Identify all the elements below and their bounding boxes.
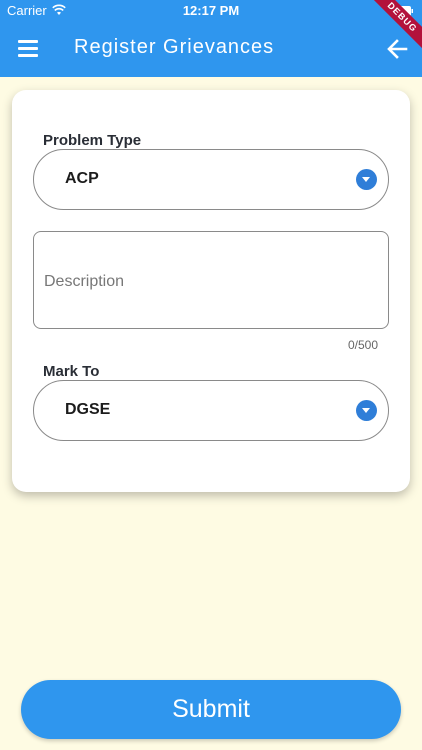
dropdown-arrow-icon[interactable] (356, 169, 377, 190)
grievance-form-card: Problem Type ACP Description 0/500 Mark … (12, 90, 410, 492)
submit-button[interactable]: Submit (21, 680, 401, 739)
mark-to-label: Mark To (43, 363, 100, 380)
mark-to-select[interactable]: DGSE (33, 380, 389, 441)
page-title: Register Grievances (74, 36, 275, 58)
problem-type-value: ACP (65, 170, 99, 187)
app-bar: Register Grievances (0, 22, 422, 77)
character-counter: 0/500 (347, 338, 378, 352)
status-bar: Carrier 12:17 PM (0, 0, 422, 22)
description-placeholder: Description (44, 273, 125, 290)
dropdown-arrow-icon[interactable] (356, 400, 377, 421)
problem-type-label: Problem Type (43, 132, 142, 149)
description-field[interactable]: Description (33, 231, 389, 329)
mark-to-value: DGSE (65, 401, 111, 418)
arrow-back-icon[interactable] (386, 38, 408, 60)
hamburger-menu-icon[interactable] (18, 40, 38, 57)
status-time: 12:17 PM (182, 3, 240, 18)
problem-type-select[interactable]: ACP (33, 149, 389, 210)
